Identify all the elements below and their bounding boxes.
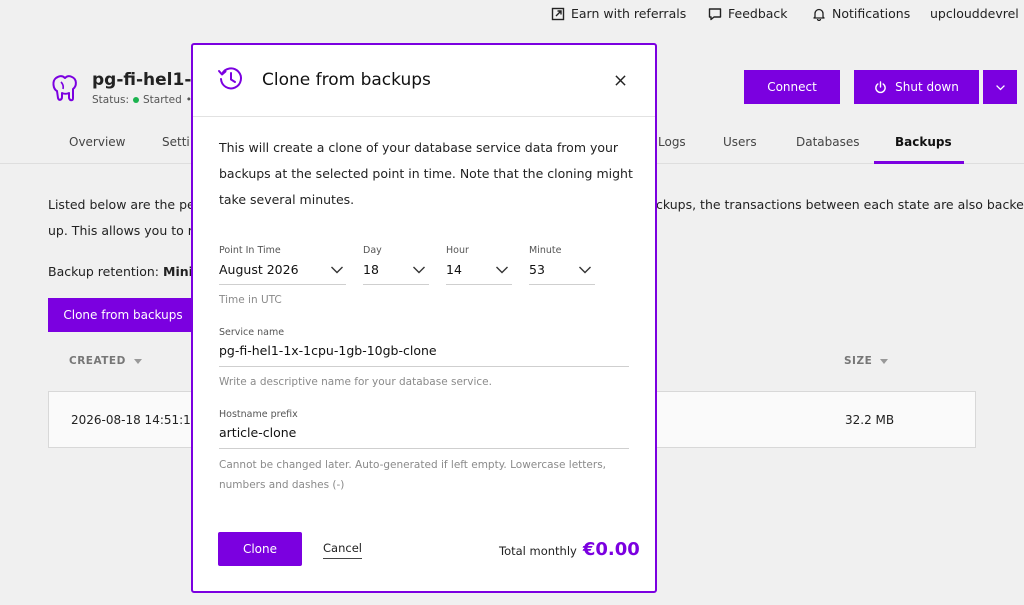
tab-overview[interactable]: Overview xyxy=(69,135,126,149)
top-navigation: Earn with referrals Feedback Notificatio… xyxy=(0,0,1024,28)
external-link-icon xyxy=(551,7,565,20)
retention-value: Mini xyxy=(163,264,193,279)
sort-caret-icon xyxy=(133,358,142,364)
referrals-link[interactable]: Earn with referrals xyxy=(551,6,686,21)
power-icon xyxy=(875,80,886,93)
history-clock-icon xyxy=(218,67,242,90)
point-in-time-value: August 2026 xyxy=(219,262,299,277)
dialog-header: Clone from backups xyxy=(193,45,655,117)
notifications-label: Notifications xyxy=(832,6,911,21)
day-value: 18 xyxy=(363,262,379,277)
feedback-label: Feedback xyxy=(728,6,788,21)
size-header-label: SIZE xyxy=(844,355,873,367)
feedback-link[interactable]: Feedback xyxy=(708,6,788,21)
dialog-title: Clone from backups xyxy=(262,70,431,90)
backups-description-line1: Listed below are the peri xyxy=(48,197,204,212)
time-zone-help: Time in UTC xyxy=(219,294,282,306)
service-status: Status: Started • xyxy=(92,94,192,106)
sort-caret-icon xyxy=(880,358,889,364)
bell-icon xyxy=(813,8,825,21)
minute-label: Minute xyxy=(529,245,562,256)
active-tab-indicator xyxy=(874,161,964,164)
service-name-underline xyxy=(219,366,629,367)
tab-users[interactable]: Users xyxy=(723,135,757,149)
hostname-prefix-help: Cannot be changed later. Auto-generated … xyxy=(219,459,607,491)
column-header-created[interactable]: CREATED xyxy=(69,355,142,367)
connect-button[interactable]: Connect xyxy=(744,70,840,104)
total-monthly-value: €0.00 xyxy=(582,539,640,560)
hour-value: 14 xyxy=(446,262,462,277)
status-value: Started xyxy=(143,94,182,106)
more-actions-button[interactable] xyxy=(983,70,1017,104)
user-name: upclouddevrel xyxy=(930,6,1019,21)
clone-button[interactable]: Clone xyxy=(218,532,302,566)
referrals-label: Earn with referrals xyxy=(571,6,687,21)
hour-label: Hour xyxy=(446,245,469,256)
chevron-down-icon xyxy=(331,266,343,274)
point-in-time-label: Point In Time xyxy=(219,245,281,256)
backups-description-line2: up. This allows you to res xyxy=(48,223,207,238)
tab-databases[interactable]: Databases xyxy=(796,135,860,149)
chevron-down-icon xyxy=(579,266,591,274)
minute-underline xyxy=(529,284,595,285)
tab-backups[interactable]: Backups xyxy=(895,135,952,149)
service-name-help: Write a descriptive name for your databa… xyxy=(219,376,492,388)
backups-description-line1-right: ckups, the transactions between each sta… xyxy=(656,197,1024,212)
tab-logs[interactable]: Logs xyxy=(658,135,686,149)
row-size: 32.2 MB xyxy=(845,413,895,427)
total-monthly: Total monthly €0.00 xyxy=(499,539,640,560)
retention-label: Backup retention: xyxy=(48,264,160,279)
user-menu[interactable]: upclouddevrel xyxy=(930,6,1024,21)
chat-bubble-icon xyxy=(708,7,722,20)
clone-from-backups-dialog: Clone from backups This will create a cl… xyxy=(191,43,657,593)
cancel-button[interactable]: Cancel xyxy=(323,541,362,559)
hour-underline xyxy=(446,284,512,285)
chevron-down-icon xyxy=(995,84,1005,90)
minute-value: 53 xyxy=(529,262,545,277)
tab-settings[interactable]: Setti xyxy=(162,135,190,149)
chevron-down-icon xyxy=(496,266,508,274)
backup-retention: Backup retention: Mini (1 xyxy=(48,264,210,279)
total-monthly-label: Total monthly xyxy=(499,544,577,558)
service-name-label: Service name xyxy=(219,327,285,338)
day-underline xyxy=(363,284,429,285)
hostname-prefix-input[interactable]: article-clone xyxy=(219,425,296,440)
status-label: Status: xyxy=(92,94,129,106)
point-in-time-underline xyxy=(219,284,346,285)
close-button[interactable] xyxy=(611,71,629,89)
hostname-prefix-label: Hostname prefix xyxy=(219,409,298,420)
shut-down-label: Shut down xyxy=(895,80,959,94)
service-name-input[interactable]: pg-fi-hel1-1x-1cpu-1gb-10gb-clone xyxy=(219,343,437,358)
shut-down-button[interactable]: Shut down xyxy=(854,70,979,104)
column-header-size[interactable]: SIZE xyxy=(844,355,889,367)
close-icon xyxy=(614,74,626,86)
created-header-label: CREATED xyxy=(69,355,126,367)
status-dot xyxy=(133,97,139,103)
clone-from-backups-button[interactable]: Clone from backups xyxy=(48,298,198,332)
postgresql-elephant-icon xyxy=(52,75,77,102)
notifications-link[interactable]: Notifications xyxy=(812,6,910,21)
day-label: Day xyxy=(363,245,382,256)
dialog-intro-text: This will create a clone of your databas… xyxy=(219,140,633,207)
hostname-prefix-underline xyxy=(219,448,629,449)
chevron-down-icon xyxy=(413,266,425,274)
